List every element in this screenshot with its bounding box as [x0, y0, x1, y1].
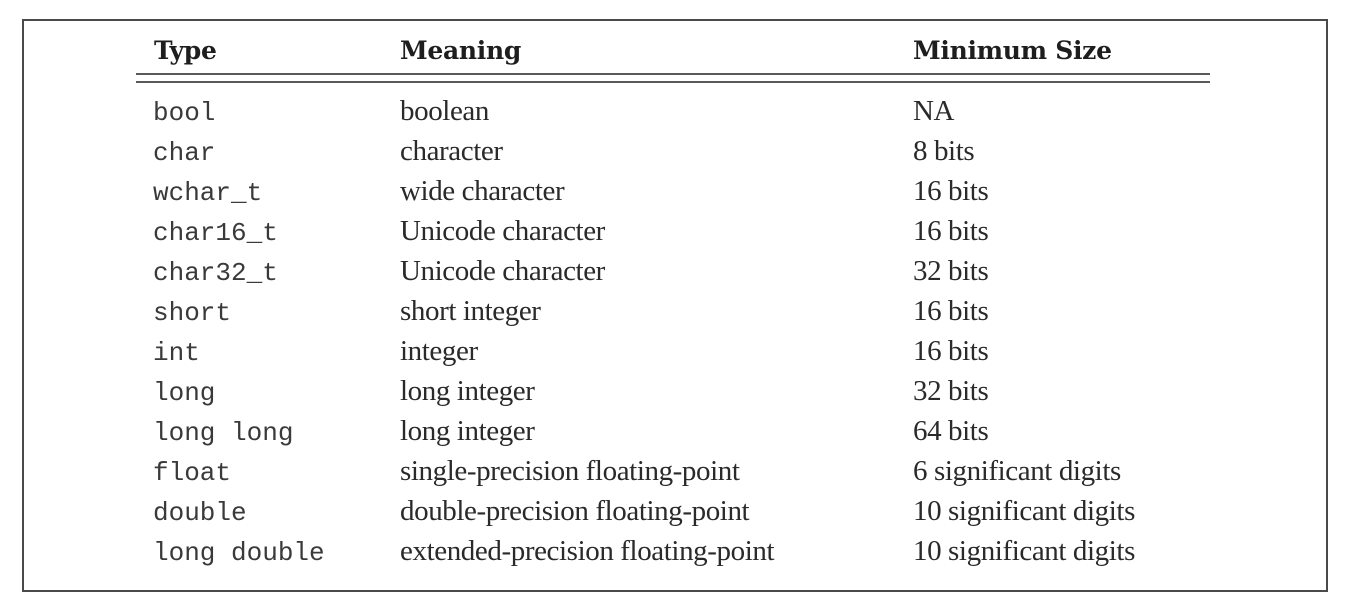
table-body: bool boolean NA char character 8 bits wc…	[136, 94, 1210, 574]
cell-meaning: long integer	[400, 375, 535, 407]
cell-size: 6 significant digits	[913, 455, 1121, 487]
table-row: float single-precision floating-point 6 …	[136, 454, 1210, 494]
header-minimum-size: Minimum Size	[913, 36, 1112, 65]
cell-size: 16 bits	[913, 335, 989, 367]
header-type: Type	[154, 36, 217, 65]
table-row: wchar_t wide character 16 bits	[136, 174, 1210, 214]
cell-size: NA	[913, 95, 955, 127]
cell-size: 10 significant digits	[913, 535, 1135, 567]
table-row: short short integer 16 bits	[136, 294, 1210, 334]
table-row: long long integer 32 bits	[136, 374, 1210, 414]
cell-meaning: boolean	[400, 95, 490, 127]
cell-meaning: long integer	[400, 415, 535, 447]
table-row: long double extended-precision floating-…	[136, 534, 1210, 574]
cell-meaning: short integer	[400, 295, 541, 327]
cell-type: float	[153, 458, 232, 488]
cell-type: bool	[153, 98, 216, 128]
arithmetic-types-table: Type Meaning Minimum Size bool boolean N…	[136, 30, 1210, 568]
cell-size: 32 bits	[913, 255, 989, 287]
cell-size: 16 bits	[913, 215, 989, 247]
cell-size: 32 bits	[913, 375, 989, 407]
cell-meaning: Unicode character	[400, 255, 605, 287]
table-row: char character 8 bits	[136, 134, 1210, 174]
cell-size: 16 bits	[913, 175, 989, 207]
header-rule-top	[136, 73, 1210, 75]
cell-meaning: double-precision floating-point	[400, 495, 750, 527]
cell-meaning: integer	[400, 335, 478, 367]
cell-type: char	[153, 138, 216, 168]
cell-size: 8 bits	[913, 135, 975, 167]
table-row: bool boolean NA	[136, 94, 1210, 134]
cell-meaning: single-precision floating-point	[400, 455, 740, 487]
cell-type: double	[153, 498, 247, 528]
header-rule-bottom	[136, 81, 1210, 83]
cell-type: char16_t	[153, 218, 278, 248]
cell-type: char32_t	[153, 258, 278, 288]
table-row: char16_t Unicode character 16 bits	[136, 214, 1210, 254]
cell-type: long double	[153, 538, 325, 568]
cell-meaning: Unicode character	[400, 215, 605, 247]
cell-meaning: character	[400, 135, 503, 167]
table-header: Type Meaning Minimum Size	[136, 30, 1210, 74]
table-row: long long long integer 64 bits	[136, 414, 1210, 454]
cell-type: short	[153, 298, 232, 328]
table-row: char32_t Unicode character 32 bits	[136, 254, 1210, 294]
cell-meaning: wide character	[400, 175, 565, 207]
header-meaning: Meaning	[400, 36, 522, 65]
cell-size: 64 bits	[913, 415, 989, 447]
cell-type: long	[153, 378, 216, 408]
cell-meaning: extended-precision floating-point	[400, 535, 775, 567]
cell-type: wchar_t	[153, 178, 263, 208]
table-row: double double-precision floating-point 1…	[136, 494, 1210, 534]
cell-size: 10 significant digits	[913, 495, 1135, 527]
table-row: int integer 16 bits	[136, 334, 1210, 374]
cell-type: long long	[153, 418, 294, 448]
cell-size: 16 bits	[913, 295, 989, 327]
cell-type: int	[153, 338, 200, 368]
